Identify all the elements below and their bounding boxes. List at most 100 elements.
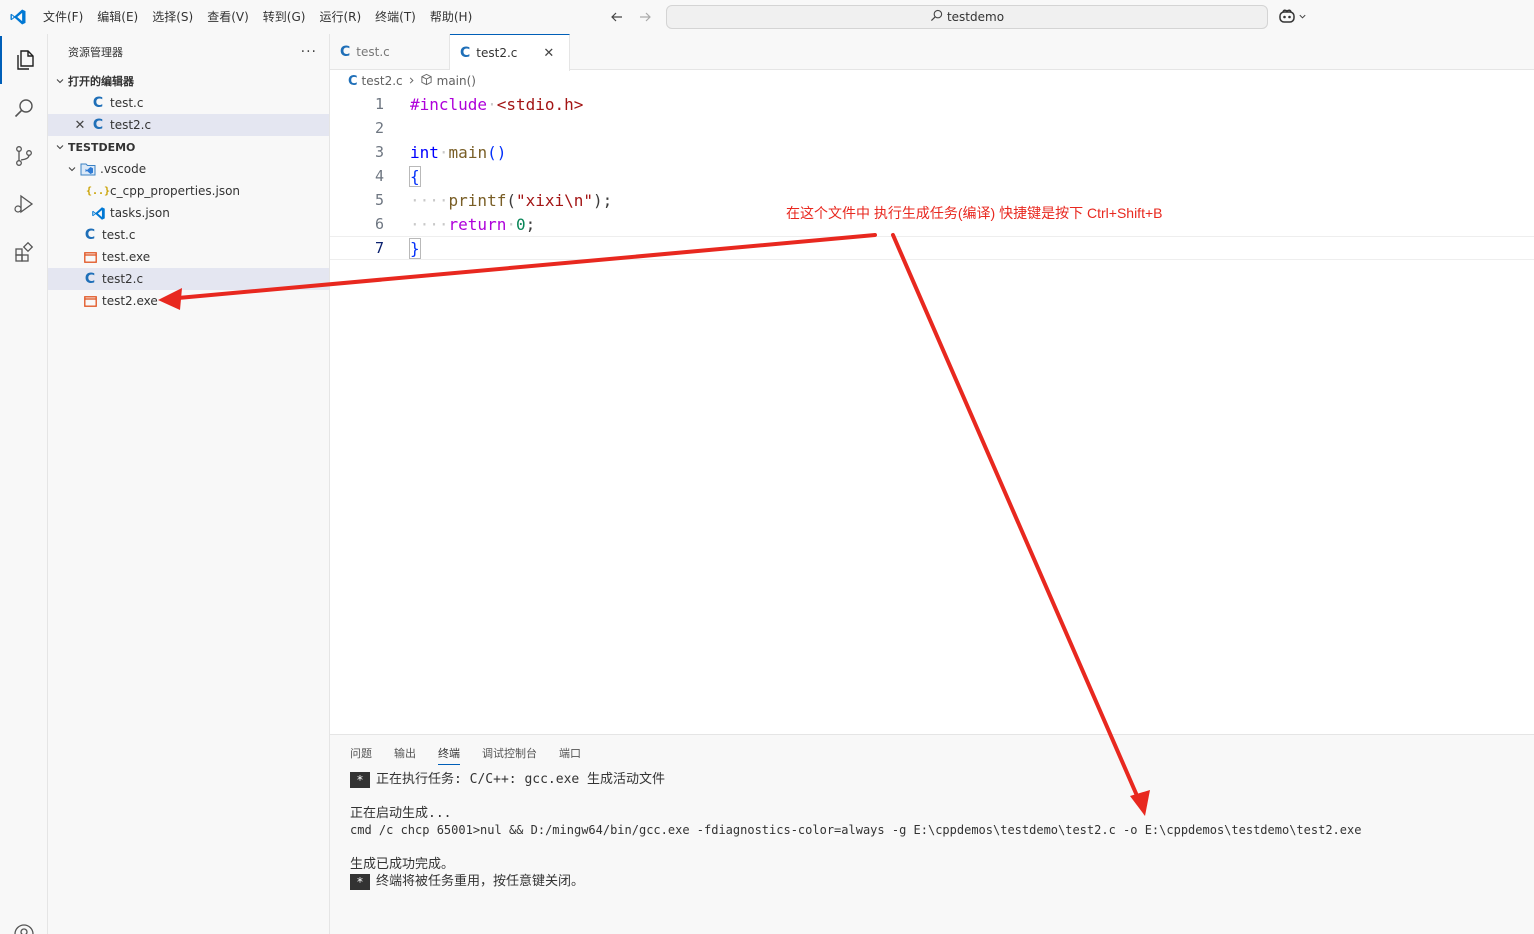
panel-tab-debug-console[interactable]: 调试控制台 xyxy=(482,741,537,765)
menu-help[interactable]: 帮助(H) xyxy=(423,0,479,34)
line-number: 3 xyxy=(374,143,384,161)
line-content: ····return·0; xyxy=(410,214,536,234)
extensions-icon[interactable] xyxy=(0,228,48,276)
tree-item-tasks-json[interactable]: tasks.json xyxy=(48,202,329,224)
code-editor[interactable]: 1 #include·<stdio.h> 2 3 int·main() 4 { … xyxy=(330,92,1534,732)
tab-test-c[interactable]: C test.c xyxy=(330,34,450,70)
tree-item-test-exe[interactable]: test.exe xyxy=(48,246,329,268)
bottom-panel: 问题 输出 终端 调试控制台 端口 * 正在执行任务: C/C++: gcc.ex… xyxy=(330,734,1534,934)
search-text: testdemo xyxy=(946,10,1005,24)
code-line-current: 7 } xyxy=(330,236,1534,260)
vscode-folder-icon xyxy=(80,161,96,177)
account-icon[interactable] xyxy=(0,910,48,934)
panel-tab-problems[interactable]: 问题 xyxy=(350,741,372,765)
tree-item-test-c[interactable]: C test.c xyxy=(48,224,329,246)
exe-file-icon xyxy=(82,293,98,309)
c-file-icon: C xyxy=(92,117,104,133)
open-editors-label: 打开的编辑器 xyxy=(68,75,134,88)
line-number: 1 xyxy=(374,95,384,113)
menu-terminal[interactable]: 终端(T) xyxy=(368,0,423,34)
chevron-right-icon xyxy=(407,74,416,88)
tree-item-label: .vscode xyxy=(100,162,147,176)
c-file-icon: C xyxy=(340,44,351,60)
vscode-logo-icon xyxy=(0,0,36,34)
menu-bar: 文件(F) 编辑(E) 选择(S) 查看(V) 转到(G) 运行(R) 终端(T… xyxy=(36,0,479,34)
line-number: 2 xyxy=(374,119,384,137)
terminal-line: * 终端将被任务重用，按任意键关闭。 xyxy=(350,873,1361,890)
tree-item-label: c_cpp_properties.json xyxy=(110,184,241,198)
menu-file[interactable]: 文件(F) xyxy=(36,0,90,34)
tree-item-c-cpp-properties[interactable]: {..} c_cpp_properties.json xyxy=(48,180,329,202)
explorer-icon[interactable] xyxy=(0,36,48,84)
back-arrow-icon[interactable] xyxy=(608,8,626,26)
run-debug-icon[interactable] xyxy=(0,180,48,228)
vscode-file-icon xyxy=(90,205,106,221)
menu-view[interactable]: 查看(V) xyxy=(200,0,256,34)
close-icon[interactable]: ✕ xyxy=(543,46,554,61)
terminal-line: * 正在执行任务: C/C++: gcc.exe 生成活动文件 xyxy=(350,771,1361,788)
line-content: { xyxy=(409,165,421,187)
source-control-icon[interactable] xyxy=(0,132,48,180)
tab-test2-c[interactable]: C test2.c ✕ xyxy=(450,34,570,71)
terminal-line: 生成已成功完成。 xyxy=(350,857,455,872)
open-editor-label: test.c xyxy=(110,96,144,110)
exe-file-icon xyxy=(82,249,98,265)
breadcrumb: C test2.c main() xyxy=(330,70,1534,92)
sidebar-title: 资源管理器 xyxy=(68,46,123,59)
menu-selection[interactable]: 选择(S) xyxy=(145,0,200,34)
command-center-search[interactable]: testdemo xyxy=(666,5,1268,29)
explorer-sidebar: 资源管理器 ··· 打开的编辑器 C test.c ✕ C test2.c TE… xyxy=(48,34,330,934)
line-content: int·main() xyxy=(410,142,507,162)
c-file-icon: C xyxy=(84,227,96,243)
c-file-icon: C xyxy=(348,73,358,89)
nav-arrows xyxy=(608,0,654,34)
menu-edit[interactable]: 编辑(E) xyxy=(90,0,145,34)
activity-bar xyxy=(0,34,48,934)
forward-arrow-icon[interactable] xyxy=(636,8,654,26)
more-actions-icon[interactable]: ··· xyxy=(301,44,317,60)
menu-run[interactable]: 运行(R) xyxy=(312,0,368,34)
panel-tab-ports[interactable]: 端口 xyxy=(559,741,581,765)
c-file-icon: C xyxy=(84,271,96,287)
terminal-line: 正在启动生成... xyxy=(350,806,452,821)
folder-header[interactable]: TESTDEMO xyxy=(48,136,329,158)
title-bar: 文件(F) 编辑(E) 选择(S) 查看(V) 转到(G) 运行(R) 终端(T… xyxy=(0,0,1534,34)
editor-tabs: C test.c C test2.c ✕ xyxy=(330,34,1534,71)
sidebar-header: 资源管理器 ··· xyxy=(48,34,329,70)
line-content: } xyxy=(409,237,421,259)
tree-item-label: test.exe xyxy=(102,250,151,264)
line-number: 4 xyxy=(374,167,384,185)
panel-tab-output[interactable]: 输出 xyxy=(394,741,416,765)
search-view-icon[interactable] xyxy=(0,84,48,132)
search-icon xyxy=(930,9,943,25)
tree-item-test2-exe[interactable]: test2.exe xyxy=(48,290,329,312)
tree-item-vscode[interactable]: .vscode xyxy=(48,158,329,180)
cube-icon xyxy=(420,73,433,89)
panel-tab-terminal[interactable]: 终端 xyxy=(438,741,460,765)
line-number: 6 xyxy=(374,215,384,233)
chevron-down-icon xyxy=(52,73,68,89)
line-number: 5 xyxy=(374,191,384,209)
annotation-text: 在这个文件中 执行生成任务(编译) 快捷键是按下 Ctrl+Shift+B xyxy=(786,205,1163,221)
breadcrumb-symbol[interactable]: main() xyxy=(437,74,476,88)
chevron-down-icon xyxy=(64,161,80,177)
open-editor-label: test2.c xyxy=(110,118,152,132)
breadcrumb-file[interactable]: test2.c xyxy=(362,74,403,88)
tree-item-test2-c[interactable]: C test2.c xyxy=(48,268,329,290)
menu-go[interactable]: 转到(G) xyxy=(256,0,313,34)
tree-item-label: test2.c xyxy=(102,272,144,286)
tab-label: test2.c xyxy=(476,46,518,60)
code-line: 3 int·main() xyxy=(330,140,1534,164)
open-editor-item[interactable]: C test.c xyxy=(48,92,329,114)
copilot-button[interactable] xyxy=(1278,7,1307,27)
chevron-down-icon xyxy=(1298,10,1307,24)
tree-item-label: tasks.json xyxy=(110,206,170,220)
terminal-output[interactable]: * 正在执行任务: C/C++: gcc.exe 生成活动文件 正在启动生成...… xyxy=(350,771,1361,890)
tab-label: test.c xyxy=(356,45,390,59)
code-line: 2 xyxy=(330,116,1534,140)
open-editors-header[interactable]: 打开的编辑器 xyxy=(48,70,329,92)
close-icon[interactable]: ✕ xyxy=(72,117,88,133)
open-editor-item[interactable]: ✕ C test2.c xyxy=(48,114,329,136)
